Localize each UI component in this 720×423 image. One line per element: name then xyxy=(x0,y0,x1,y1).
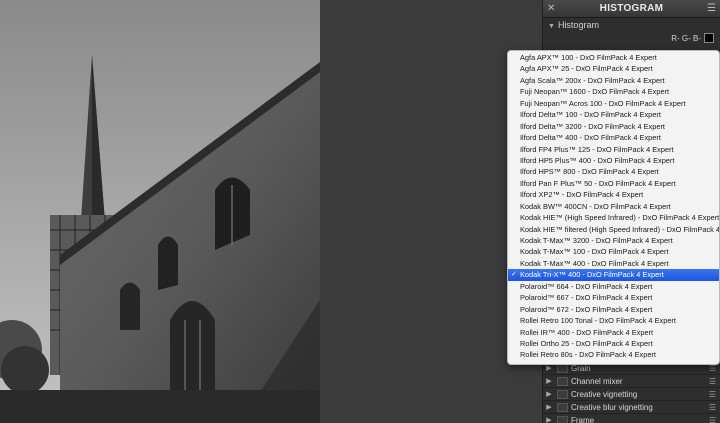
tool-row[interactable]: ▶ Creative vignetting ☰ xyxy=(543,387,720,400)
tool-toggle[interactable] xyxy=(557,415,568,423)
panel-menu-icon[interactable]: ☰ xyxy=(707,3,716,14)
tool-toggle[interactable] xyxy=(557,376,568,386)
dropdown-option[interactable]: Kodak HIE™ filtered (High Speed Infrared… xyxy=(508,224,719,235)
expand-arrow-icon[interactable]: ▶ xyxy=(543,364,555,372)
dropdown-option-label: Agfa APX™ 100 - DxO FilmPack 4 Expert xyxy=(520,53,657,62)
dropdown-option[interactable]: Ilford FP4 Plus™ 125 - DxO FilmPack 4 Ex… xyxy=(508,144,719,155)
channel-readout: R- G- B- xyxy=(671,32,714,44)
dropdown-option[interactable]: ✓ Kodak Tri-X™ 400 - DxO FilmPack 4 Exper… xyxy=(508,269,719,281)
dropdown-option[interactable]: Ilford Delta™ 100 - DxO FilmPack 4 Exper… xyxy=(508,109,719,120)
dropdown-option-label: Ilford HP5 Plus™ 400 - DxO FilmPack 4 Ex… xyxy=(520,155,675,165)
histogram-section[interactable]: ▼ Histogram xyxy=(543,18,720,32)
dropdown-option-label: Rollei IR™ 400 - DxO FilmPack 4 Expert xyxy=(520,327,654,337)
tool-label: Channel mixer xyxy=(571,376,623,386)
dropdown-option-label: Polaroid™ 664 - DxO FilmPack 4 Expert xyxy=(520,281,653,291)
tool-menu-icon[interactable]: ☰ xyxy=(709,377,716,386)
tool-label: Creative vignetting xyxy=(571,389,638,399)
dropdown-option[interactable]: Kodak T-Max™ 400 - DxO FilmPack 4 Expert xyxy=(508,258,719,269)
dropdown-option-label: Kodak HIE™ filtered (High Speed Infrared… xyxy=(520,224,720,234)
dropdown-option[interactable]: Agfa APX™ 100 - DxO FilmPack 4 Expert xyxy=(508,52,719,63)
channel-values: R- G- B- xyxy=(671,33,701,43)
dropdown-option-label: Agfa APX™ 25 - DxO FilmPack 4 Expert xyxy=(520,64,653,74)
tool-row[interactable]: ▶ Channel mixer ☰ xyxy=(543,374,720,387)
dropdown-option-label: Fuji Neopan™ 1600 - DxO FilmPack 4 Exper… xyxy=(520,87,670,97)
dropdown-option-label: Ilford HPS™ 800 - DxO FilmPack 4 Expert xyxy=(520,167,659,177)
church-photo xyxy=(0,0,320,423)
panel-title: HISTOGRAM xyxy=(599,3,664,14)
dropdown-option-label: Ilford FP4 Plus™ 125 - DxO FilmPack 4 Ex… xyxy=(520,144,674,154)
dropdown-option-label: Ilford Delta™ 100 - DxO FilmPack 4 Exper… xyxy=(520,110,661,120)
dropdown-option[interactable]: Rollei Retro 80s - DxO FilmPack 4 Expert xyxy=(508,349,719,360)
tool-menu-icon[interactable]: ☰ xyxy=(709,403,716,412)
dropdown-option-label: Kodak T-Max™ 100 - DxO FilmPack 4 Expert xyxy=(520,247,669,257)
app-window: ✕ HISTOGRAM ☰ ▼ Histogram R- G- B- ▶ Grain… xyxy=(0,0,720,423)
tool-label: Frame xyxy=(571,415,595,423)
tool-menu-icon[interactable]: ☰ xyxy=(709,416,716,423)
dropdown-option[interactable]: Rollei IR™ 400 - DxO FilmPack 4 Expert xyxy=(508,327,719,338)
tool-toggle[interactable] xyxy=(557,389,568,399)
dropdown-option[interactable]: Rollei Retro 100 Tonal - DxO FilmPack 4 … xyxy=(508,315,719,326)
dropdown-option[interactable]: Fuji Neopan™ Acros 100 - DxO FilmPack 4 … xyxy=(508,98,719,109)
color-swatch xyxy=(704,33,714,43)
dropdown-option-label: Ilford Pan F Plus™ 50 - DxO FilmPack 4 E… xyxy=(520,178,676,188)
dropdown-option[interactable]: Ilford XP2™ - DxO FilmPack 4 Expert xyxy=(508,189,719,200)
dropdown-option[interactable]: Ilford HPS™ 800 - DxO FilmPack 4 Expert xyxy=(508,166,719,177)
dropdown-option[interactable]: Polaroid™ 672 - DxO FilmPack 4 Expert xyxy=(508,304,719,315)
expand-arrow-icon[interactable]: ▶ xyxy=(543,403,555,411)
expand-arrow-icon[interactable]: ▶ xyxy=(543,416,555,423)
histogram-section-label: Histogram xyxy=(557,20,599,30)
dropdown-option[interactable]: Kodak T-Max™ 3200 - DxO FilmPack 4 Exper… xyxy=(508,235,719,246)
photo-preview[interactable] xyxy=(0,0,320,423)
dropdown-option[interactable]: Rollei Ortho 25 - DxO FilmPack 4 Expert xyxy=(508,338,719,349)
tool-label: Creative blur vignetting xyxy=(571,402,653,412)
dropdown-option-label: Kodak T-Max™ 3200 - DxO FilmPack 4 Exper… xyxy=(520,236,673,245)
dropdown-option[interactable]: Ilford Delta™ 3200 - DxO FilmPack 4 Expe… xyxy=(508,121,719,132)
dropdown-option[interactable]: Agfa APX™ 25 - DxO FilmPack 4 Expert xyxy=(508,63,719,74)
dropdown-option-label: Rollei Ortho 25 - DxO FilmPack 4 Expert xyxy=(520,338,653,348)
dropdown-option-label: Kodak HIE™ (High Speed Infrared) - DxO F… xyxy=(520,213,720,223)
dropdown-option[interactable]: Polaroid™ 667 - DxO FilmPack 4 Expert xyxy=(508,292,719,303)
dropdown-option-label: Rollei Retro 100 Tonal - DxO FilmPack 4 … xyxy=(520,316,676,326)
dropdown-option-label: Agfa Scala™ 200x - DxO FilmPack 4 Expert xyxy=(520,75,665,85)
dropdown-option[interactable]: Kodak T-Max™ 100 - DxO FilmPack 4 Expert xyxy=(508,246,719,257)
dropdown-option-label: Rollei Retro 80s - DxO FilmPack 4 Expert xyxy=(520,350,656,360)
dropdown-option-label: Ilford XP2™ - DxO FilmPack 4 Expert xyxy=(520,190,644,200)
filmpack-dropdown-menu: Agfa APX™ 100 - DxO FilmPack 4 Expert Agf… xyxy=(507,50,720,365)
dropdown-option[interactable]: Ilford Delta™ 400 - DxO FilmPack 4 Exper… xyxy=(508,132,719,143)
tool-toggle[interactable] xyxy=(557,402,568,412)
collapse-triangle-icon[interactable]: ▼ xyxy=(548,23,555,30)
tool-list: ▶ Grain ☰ ▶ Channel mixer ☰ ▶ Creative vignetti… xyxy=(543,361,720,423)
dropdown-option-label: Kodak BW™ 400CN - DxO FilmPack 4 Expert xyxy=(520,201,671,211)
dropdown-option[interactable]: Kodak BW™ 400CN - DxO FilmPack 4 Expert xyxy=(508,201,719,212)
dropdown-option[interactable]: Ilford Pan F Plus™ 50 - DxO FilmPack 4 E… xyxy=(508,178,719,189)
dropdown-option[interactable]: Ilford HP5 Plus™ 400 - DxO FilmPack 4 Ex… xyxy=(508,155,719,166)
dropdown-option-label: Kodak T-Max™ 400 - DxO FilmPack 4 Expert xyxy=(520,258,669,268)
dropdown-option-label: Fuji Neopan™ Acros 100 - DxO FilmPack 4 … xyxy=(520,98,686,108)
tool-row[interactable]: ▶ Creative blur vignetting ☰ xyxy=(543,400,720,413)
dropdown-option-label: Polaroid™ 672 - DxO FilmPack 4 Expert xyxy=(520,304,653,314)
dropdown-option[interactable]: Kodak HIE™ (High Speed Infrared) - DxO F… xyxy=(508,212,719,223)
panel-header: ✕ HISTOGRAM ☰ xyxy=(543,0,720,18)
tool-menu-icon[interactable]: ☰ xyxy=(709,390,716,399)
dropdown-option-label: Polaroid™ 667 - DxO FilmPack 4 Expert xyxy=(520,293,653,303)
dropdown-option[interactable]: Agfa Scala™ 200x - DxO FilmPack 4 Expert xyxy=(508,75,719,86)
dropdown-option[interactable]: Polaroid™ 664 - DxO FilmPack 4 Expert xyxy=(508,281,719,292)
checkmark-icon: ✓ xyxy=(511,271,517,279)
tool-row[interactable]: ▶ Frame ☰ xyxy=(543,413,720,423)
expand-arrow-icon[interactable]: ▶ xyxy=(543,377,555,385)
dropdown-option-label: Ilford Delta™ 400 - DxO FilmPack 4 Exper… xyxy=(520,133,661,143)
dropdown-option-label: Kodak Tri-X™ 400 - DxO FilmPack 4 Expert xyxy=(520,270,664,280)
dropdown-option-label: Ilford Delta™ 3200 - DxO FilmPack 4 Expe… xyxy=(520,121,665,131)
dropdown-option[interactable]: Fuji Neopan™ 1600 - DxO FilmPack 4 Exper… xyxy=(508,86,719,97)
expand-arrow-icon[interactable]: ▶ xyxy=(543,390,555,398)
